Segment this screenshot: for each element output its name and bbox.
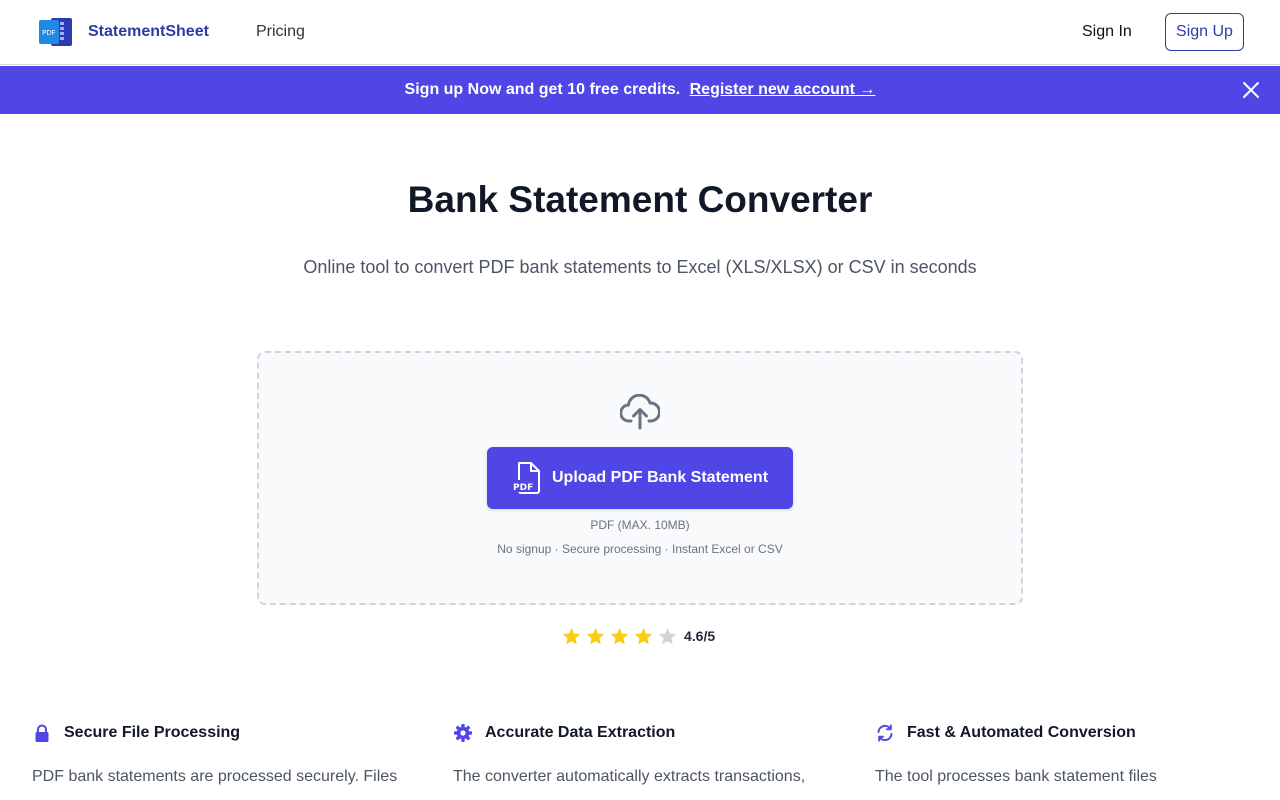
star-empty-icon [658, 627, 677, 644]
pdf-file-icon: PDF [511, 462, 540, 494]
page-title: Bank Statement Converter [407, 179, 873, 220]
pdf-document-logo-icon[interactable]: PDF [38, 16, 74, 48]
gear-icon [454, 724, 472, 742]
star-icon [610, 627, 629, 644]
brand-name[interactable]: StatementSheet [88, 22, 209, 42]
lock-icon [35, 724, 49, 742]
close-icon[interactable] [1242, 81, 1260, 99]
file-size-hint: PDF (MAX. 10MB) [590, 518, 690, 532]
sign-up-button[interactable]: Sign Up [1165, 13, 1244, 51]
feature-description: The converter automatically extracts tra… [453, 768, 806, 785]
banner-message: Sign up Now and get 10 free credits. Reg… [0, 80, 1280, 100]
promo-banner: Sign up Now and get 10 free credits. Reg… [0, 66, 1280, 114]
banner-text: Sign up Now and get 10 free credits. [404, 81, 681, 98]
svg-text:PDF: PDF [513, 483, 533, 493]
feature-title: Secure File Processing [64, 724, 241, 741]
feature-description: PDF bank statements are processed secure… [32, 768, 398, 785]
svg-text:PDF: PDF [42, 29, 56, 37]
upload-features-hint: No signup · Secure processing · Instant … [497, 542, 783, 556]
star-icon [634, 627, 653, 644]
rating: 4.6/5 [562, 626, 715, 646]
sign-in-link[interactable]: Sign In [1082, 22, 1132, 42]
upload-button-label: Upload PDF Bank Statement [551, 469, 769, 486]
star-icon [562, 627, 581, 644]
feature-title: Accurate Data Extraction [485, 724, 676, 741]
star-icon [586, 627, 605, 644]
nav-link-pricing[interactable]: Pricing [256, 22, 305, 42]
feature-title: Fast & Automated Conversion [907, 724, 1136, 741]
refresh-icon [877, 724, 893, 742]
upload-pdf-button[interactable]: PDF Upload PDF Bank Statement [487, 447, 793, 509]
top-nav: PDF StatementSheet Pricing Sign In Sign … [0, 0, 1280, 65]
page-subtitle: Online tool to convert PDF bank statemen… [303, 257, 977, 277]
cloud-upload-icon [620, 394, 660, 430]
rating-value: 4.6/5 [684, 628, 716, 644]
feature-description: The tool processes bank statement files [875, 768, 1157, 785]
register-link[interactable]: Register new account → [690, 81, 876, 98]
